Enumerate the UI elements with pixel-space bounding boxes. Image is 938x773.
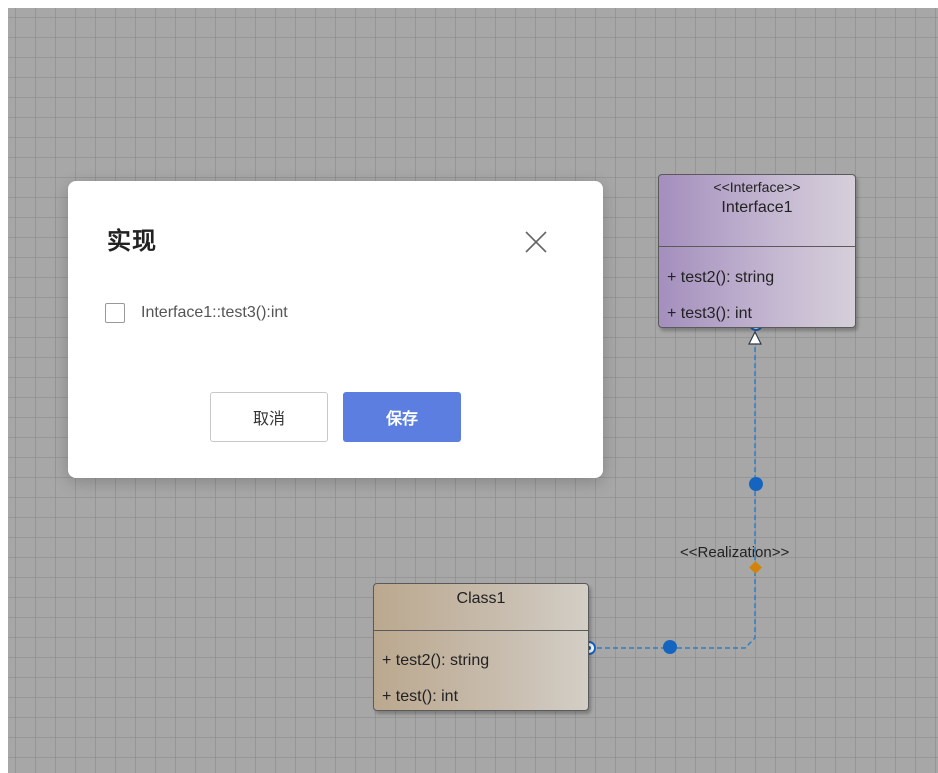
method-label: Interface1::test3():int (141, 304, 288, 321)
cancel-button[interactable]: 取消 (210, 392, 328, 442)
close-icon (525, 231, 547, 253)
realization-dialog: 实现 Interface1::test3():int 取消 保存 (68, 181, 603, 478)
save-button[interactable]: 保存 (343, 392, 461, 442)
modal-overlay: 实现 Interface1::test3():int 取消 保存 (0, 0, 938, 773)
method-option[interactable]: Interface1::test3():int (105, 303, 288, 323)
method-checkbox[interactable] (105, 303, 125, 323)
close-button[interactable] (523, 229, 549, 255)
dialog-title: 实现 (107, 227, 157, 255)
